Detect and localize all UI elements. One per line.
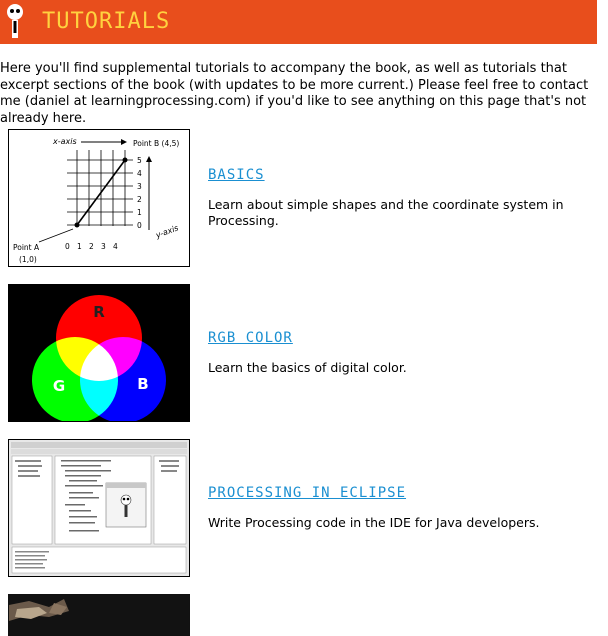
- y-tick: 4: [137, 169, 142, 178]
- tutorial-thumbnail-partial[interactable]: [8, 594, 190, 636]
- y-tick: 0: [137, 221, 142, 230]
- y-arrowhead: [146, 156, 152, 162]
- eclipse-thumbnail[interactable]: [8, 439, 190, 577]
- y-tick: 3: [137, 182, 142, 191]
- basics-thumbnail[interactable]: x-axis Point B (4,5) y-axis Point A (1,0…: [8, 129, 190, 267]
- point-a-coords: (1,0): [19, 255, 37, 264]
- yaxis-label: y-axis: [154, 223, 180, 240]
- y-tick: 5: [137, 156, 142, 165]
- point-a-label: Point A: [13, 243, 40, 252]
- tutorial-link-rgb-color[interactable]: RGB COLOR: [208, 330, 293, 346]
- x-tick-labels: 0 1 2 3 4: [65, 242, 118, 251]
- tutorial-description: Write Processing code in the IDE for Jav…: [208, 515, 540, 530]
- tutorial-description: Learn the basics of digital color.: [208, 360, 407, 375]
- tutorial-description: Learn about simple shapes and the coordi…: [208, 197, 564, 228]
- point-a-pointer: [38, 228, 74, 243]
- x-arrowhead: [121, 139, 127, 145]
- x-tick: 4: [113, 242, 118, 251]
- g-label: G: [53, 377, 65, 395]
- r-label: R: [93, 303, 105, 321]
- x-tick: 0: [65, 242, 70, 251]
- x-tick: 1: [77, 242, 82, 251]
- y-tick: 1: [137, 208, 142, 217]
- tutorial-link-processing-in-eclipse[interactable]: PROCESSING IN ECLIPSE: [208, 485, 406, 501]
- robot-icon: [7, 4, 23, 38]
- x-tick: 2: [89, 242, 94, 251]
- blue-circle: [80, 337, 166, 421]
- header-banner: TUTORIALS: [0, 0, 597, 44]
- b-label: B: [137, 375, 148, 393]
- point-a: [74, 222, 80, 228]
- page-title: TUTORIALS: [42, 9, 171, 34]
- y-tick-labels: 5 4 3 2 1 0: [137, 156, 142, 230]
- rgb-color-thumbnail[interactable]: R G B: [8, 284, 190, 422]
- point-b-label: Point B (4,5): [133, 139, 179, 148]
- tutorial-link-basics[interactable]: BASICS: [208, 167, 265, 183]
- y-tick: 2: [137, 195, 142, 204]
- point-b: [122, 157, 128, 163]
- xaxis-label: x-axis: [52, 137, 77, 146]
- x-tick: 3: [101, 242, 106, 251]
- intro-text: Here you'll find supplemental tutorials …: [0, 61, 589, 126]
